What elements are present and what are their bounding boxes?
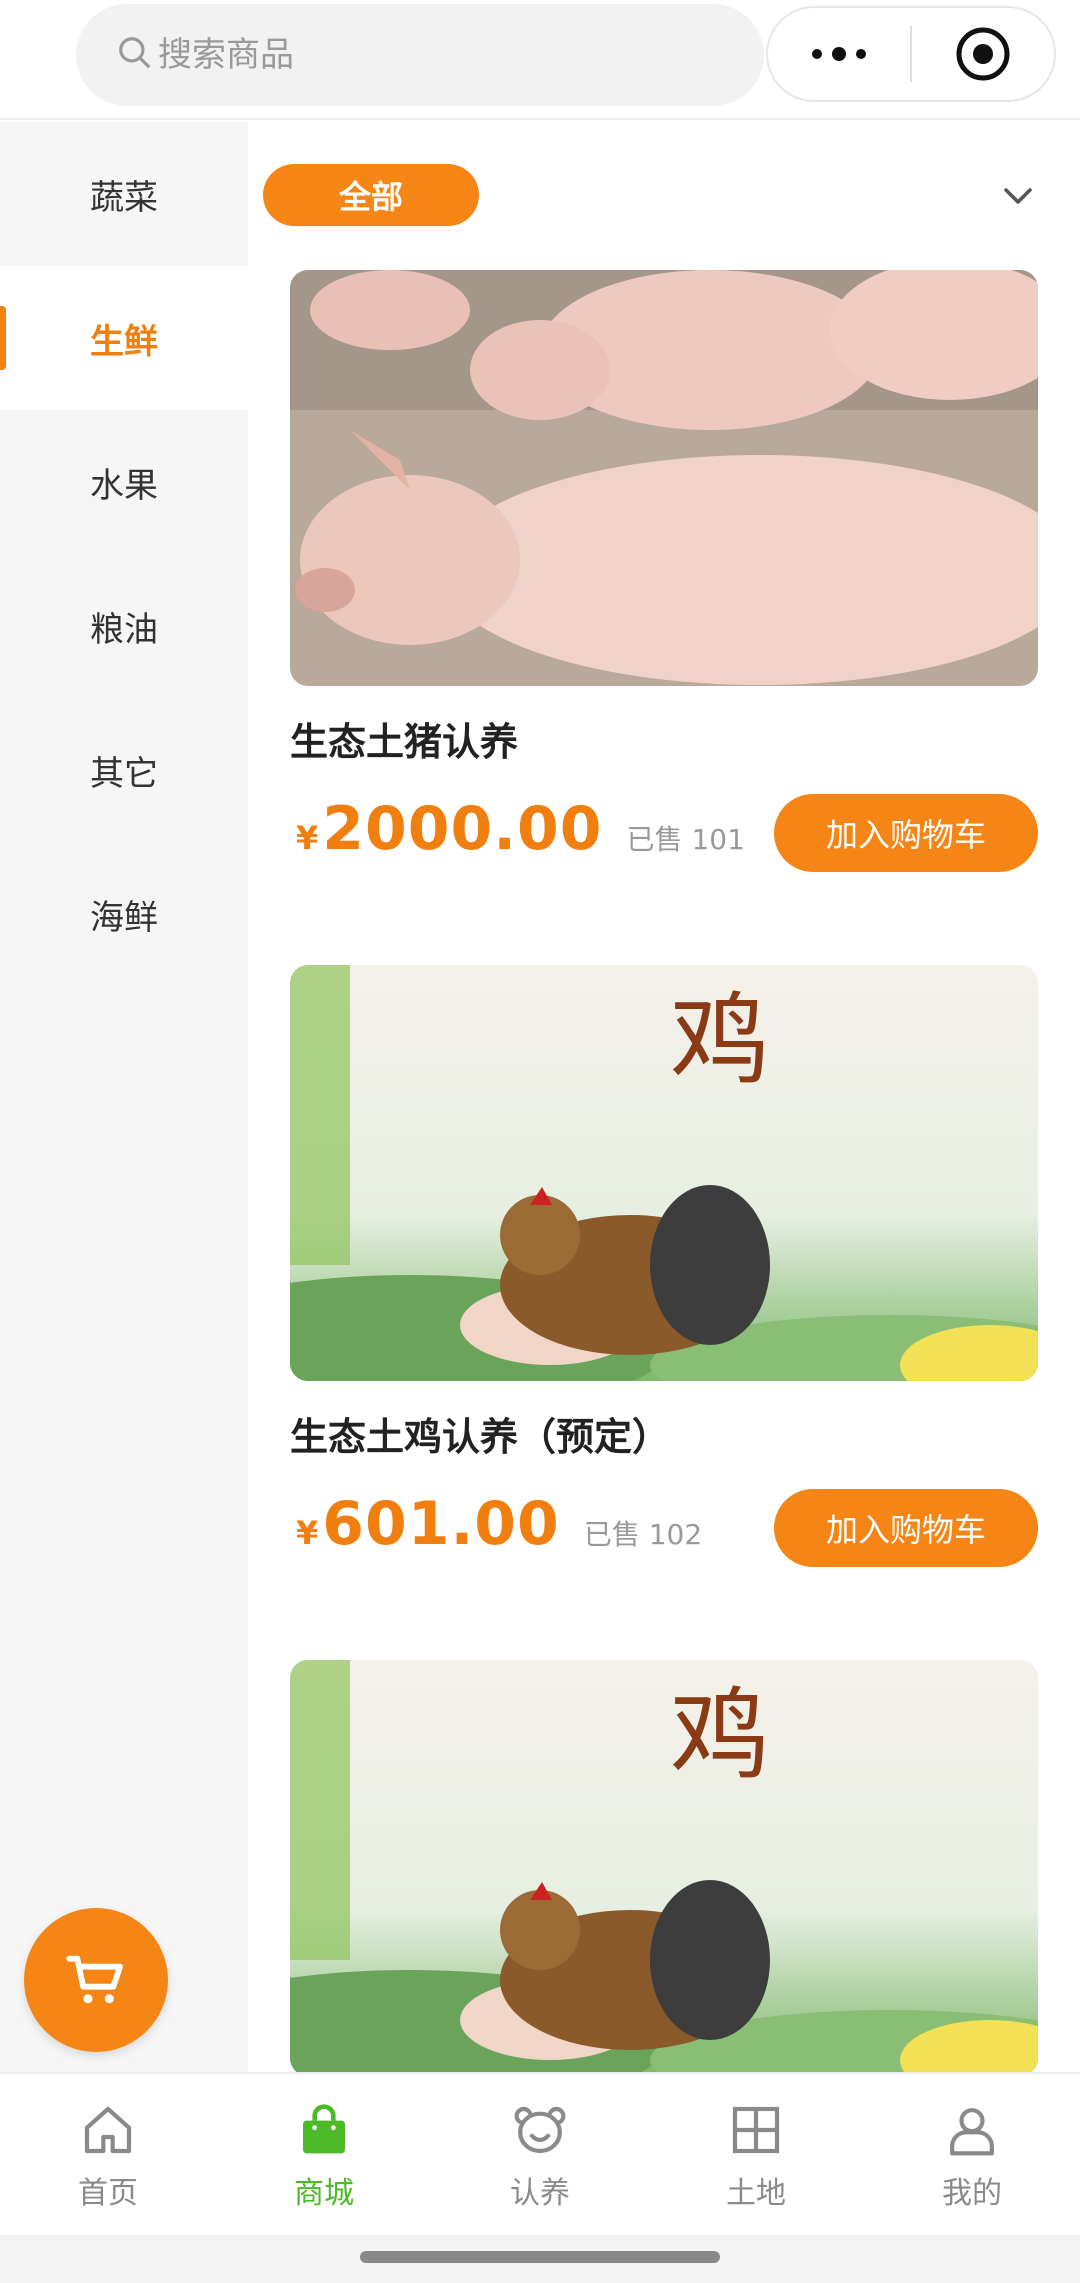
product-price: ¥ 601.00 已售 102	[296, 1489, 703, 1559]
product-card[interactable]: 生态土猪认养 ¥ 2000.00 已售 101 加入购物车	[290, 270, 1038, 874]
sidebar-item-seafood[interactable]: 海鲜	[0, 842, 248, 986]
sidebar-item-grain-oil[interactable]: 粮油	[0, 554, 248, 698]
product-card[interactable]: 鸡 生态土鸡认养（预定） ¥ 601.00 已售 102 加入购物车	[290, 965, 1038, 1569]
sold-count: 已售 102	[583, 1518, 703, 1551]
add-to-cart-button[interactable]: 加入购物车	[774, 1489, 1038, 1567]
product-image-chicken[interactable]: 鸡	[290, 965, 1038, 1381]
product-title[interactable]: 生态土猪认养	[290, 716, 1038, 768]
search-input[interactable]	[158, 35, 658, 75]
product-card[interactable]: 鸡	[290, 1660, 1038, 2072]
close-button[interactable]	[912, 8, 1054, 100]
home-indicator[interactable]	[360, 2251, 720, 2263]
tab-land[interactable]: 土地	[648, 2074, 864, 2235]
sidebar-item-vegetables[interactable]: 蔬菜	[0, 122, 248, 266]
tab-label: 首页	[78, 2176, 138, 2211]
product-image-chicken[interactable]: 鸡	[290, 1660, 1038, 2072]
target-close-icon	[956, 27, 1010, 81]
user-icon	[950, 2108, 994, 2156]
shopping-bag-icon	[303, 2104, 345, 2154]
sidebar-item-other[interactable]: 其它	[0, 698, 248, 842]
bottom-tab-bar: 首页 商城 认养 土地 我的	[0, 2072, 1080, 2235]
top-bar	[0, 0, 1080, 120]
floating-cart-button[interactable]	[24, 1908, 168, 2052]
sold-count: 已售 101	[626, 823, 745, 856]
tab-label: 土地	[726, 2176, 786, 2211]
land-grid-icon	[732, 2106, 780, 2154]
search-icon	[116, 34, 154, 76]
tab-adopt[interactable]: 认养	[432, 2074, 648, 2235]
sidebar-item-fresh[interactable]: 生鲜	[0, 266, 248, 410]
sidebar-item-fruit[interactable]: 水果	[0, 410, 248, 554]
product-list: 全部 生态土猪认养 ¥ 2000.00 已售 101 加入购物车 鸡 生态土鸡认…	[248, 122, 1080, 2072]
chevron-down-icon[interactable]	[1000, 178, 1036, 214]
tab-label: 我的	[942, 2176, 1002, 2211]
more-button[interactable]	[768, 8, 910, 100]
tab-mall[interactable]: 商城	[216, 2074, 432, 2235]
bear-face-icon	[514, 2106, 566, 2154]
svg-text:鸡: 鸡	[670, 1677, 770, 1794]
mini-program-capsule	[766, 6, 1056, 102]
cart-icon	[66, 1955, 123, 2004]
product-image-pig[interactable]	[290, 270, 1038, 686]
tab-home[interactable]: 首页	[0, 2074, 216, 2235]
more-dots-icon	[812, 47, 866, 61]
product-title[interactable]: 生态土鸡认养（预定）	[290, 1411, 1038, 1463]
home-indicator-area	[0, 2235, 1080, 2283]
filter-all-button[interactable]: 全部	[263, 164, 479, 226]
add-to-cart-button[interactable]: 加入购物车	[774, 794, 1038, 872]
search-bar[interactable]	[76, 4, 764, 106]
tab-label: 商城	[294, 2176, 354, 2211]
tab-label: 认养	[510, 2176, 570, 2211]
tab-mine[interactable]: 我的	[864, 2074, 1080, 2235]
category-sidebar: 蔬菜 生鲜 水果 粮油 其它 海鲜	[0, 122, 248, 2072]
home-icon	[84, 2106, 132, 2154]
svg-text:鸡: 鸡	[670, 982, 770, 1099]
product-price: ¥ 2000.00 已售 101	[296, 794, 745, 864]
